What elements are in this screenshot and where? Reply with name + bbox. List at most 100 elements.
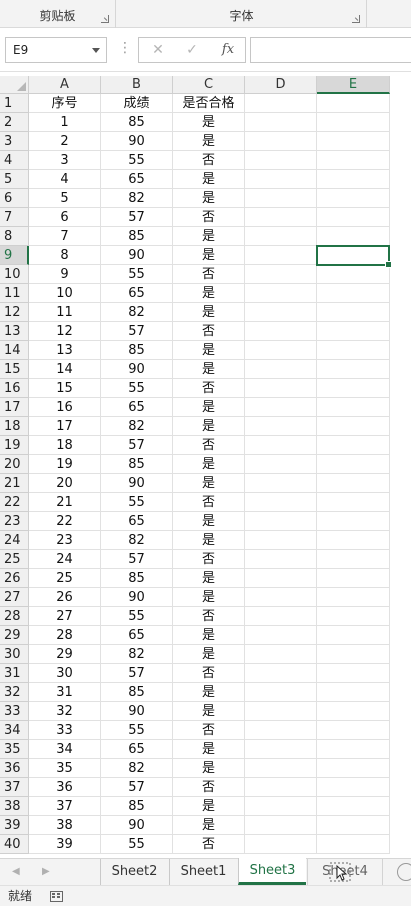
grid-cell-d[interactable] bbox=[245, 797, 317, 816]
grid-cell-e[interactable] bbox=[317, 816, 390, 835]
row-header[interactable]: 40 bbox=[0, 835, 29, 854]
grid-cell-a[interactable]: 38 bbox=[29, 816, 101, 835]
column-header-c[interactable]: C bbox=[173, 76, 245, 94]
grid-cell-d[interactable] bbox=[245, 284, 317, 303]
grid-cell-e[interactable] bbox=[317, 265, 390, 284]
grid-cell-c[interactable]: 是 bbox=[173, 246, 245, 265]
grid-cell-c[interactable]: 否 bbox=[173, 493, 245, 512]
grid-cell-d[interactable] bbox=[245, 170, 317, 189]
grid-cell-e[interactable] bbox=[317, 398, 390, 417]
grid-cell-a[interactable]: 32 bbox=[29, 702, 101, 721]
grid-cell-e[interactable] bbox=[317, 683, 390, 702]
grid-cell-b[interactable]: 65 bbox=[101, 284, 173, 303]
grid-cell-a[interactable]: 27 bbox=[29, 607, 101, 626]
grid-cell-c[interactable]: 是 bbox=[173, 360, 245, 379]
grid-cell-e[interactable] bbox=[317, 607, 390, 626]
grid-cell-c[interactable]: 是 bbox=[173, 170, 245, 189]
row-header[interactable]: 20 bbox=[0, 455, 29, 474]
grid-cell-c[interactable]: 是 bbox=[173, 740, 245, 759]
grid-cell-a[interactable]: 30 bbox=[29, 664, 101, 683]
grid-cell-e[interactable] bbox=[317, 341, 390, 360]
grid-cell-d[interactable] bbox=[245, 265, 317, 284]
grid-cell-d[interactable] bbox=[245, 721, 317, 740]
dialog-launcher-icon[interactable] bbox=[352, 15, 360, 23]
grid-cell-e[interactable] bbox=[317, 474, 390, 493]
grid-cell-c[interactable]: 是 bbox=[173, 588, 245, 607]
column-header-b[interactable]: B bbox=[101, 76, 173, 94]
grid-cell-b[interactable]: 82 bbox=[101, 645, 173, 664]
grid-cell-e[interactable] bbox=[317, 417, 390, 436]
grid-cell-e[interactable] bbox=[317, 702, 390, 721]
formula-input[interactable] bbox=[250, 37, 411, 63]
row-header[interactable]: 25 bbox=[0, 550, 29, 569]
chevron-down-icon[interactable] bbox=[92, 48, 100, 53]
grid-cell-b[interactable]: 55 bbox=[101, 265, 173, 284]
grid-cell-e[interactable] bbox=[317, 512, 390, 531]
grid-cell-d[interactable] bbox=[245, 94, 317, 113]
grid-cell-b[interactable]: 57 bbox=[101, 436, 173, 455]
grid-cell-d[interactable] bbox=[245, 626, 317, 645]
grid-cell-c[interactable]: 是 bbox=[173, 284, 245, 303]
row-header[interactable]: 12 bbox=[0, 303, 29, 322]
grid-cell-c[interactable]: 是 bbox=[173, 132, 245, 151]
grid-cell-d[interactable] bbox=[245, 778, 317, 797]
grid-cell-b[interactable]: 90 bbox=[101, 360, 173, 379]
add-sheet-icon[interactable] bbox=[397, 863, 411, 881]
grid-cell-d[interactable] bbox=[245, 702, 317, 721]
column-header-d[interactable]: D bbox=[245, 76, 317, 94]
grid-cell-c[interactable]: 否 bbox=[173, 550, 245, 569]
grid-cell-b[interactable]: 90 bbox=[101, 246, 173, 265]
grid-cell-a[interactable]: 序号 bbox=[29, 94, 101, 113]
grid-cell-a[interactable]: 22 bbox=[29, 512, 101, 531]
grid-cell-b[interactable]: 65 bbox=[101, 626, 173, 645]
grid-cell-e[interactable] bbox=[317, 531, 390, 550]
grid-cell-d[interactable] bbox=[245, 189, 317, 208]
close-icon[interactable]: ✕ bbox=[143, 38, 173, 62]
grid-cell-d[interactable] bbox=[245, 645, 317, 664]
grid-cell-d[interactable] bbox=[245, 227, 317, 246]
grid-cell-d[interactable] bbox=[245, 417, 317, 436]
grid-cell-a[interactable]: 33 bbox=[29, 721, 101, 740]
grid-cell-b[interactable]: 82 bbox=[101, 759, 173, 778]
insert-function-icon[interactable]: fx bbox=[213, 38, 243, 62]
sheet-tab-sheet2[interactable]: Sheet2 bbox=[100, 859, 168, 885]
grid-cell-d[interactable] bbox=[245, 341, 317, 360]
check-icon[interactable]: ✓ bbox=[177, 38, 207, 62]
grid-cell-d[interactable] bbox=[245, 246, 317, 265]
grid-cell-e[interactable] bbox=[317, 208, 390, 227]
grid-cell-e[interactable] bbox=[317, 170, 390, 189]
row-header[interactable]: 7 bbox=[0, 208, 29, 227]
chevron-right-icon[interactable]: ▶ bbox=[42, 866, 50, 877]
sheet-tab-sheet3[interactable]: Sheet3 bbox=[238, 858, 306, 885]
grid-cell-a[interactable]: 5 bbox=[29, 189, 101, 208]
grid-cell-d[interactable] bbox=[245, 493, 317, 512]
grid-cell-a[interactable]: 21 bbox=[29, 493, 101, 512]
active-cell-outline[interactable] bbox=[316, 245, 392, 268]
grid-cell-b[interactable]: 55 bbox=[101, 607, 173, 626]
grid-cell-c[interactable]: 是 bbox=[173, 474, 245, 493]
row-header[interactable]: 19 bbox=[0, 436, 29, 455]
grid-cell-a[interactable]: 12 bbox=[29, 322, 101, 341]
row-header[interactable]: 23 bbox=[0, 512, 29, 531]
row-header[interactable]: 6 bbox=[0, 189, 29, 208]
grid-cell-c[interactable]: 是 bbox=[173, 702, 245, 721]
row-header[interactable]: 22 bbox=[0, 493, 29, 512]
select-all-button[interactable] bbox=[0, 76, 29, 94]
grid-cell-a[interactable]: 28 bbox=[29, 626, 101, 645]
grid-cell-d[interactable] bbox=[245, 132, 317, 151]
grid-cell-c[interactable]: 是 bbox=[173, 227, 245, 246]
row-header[interactable]: 37 bbox=[0, 778, 29, 797]
grid-cell-d[interactable] bbox=[245, 113, 317, 132]
grid-cell-c[interactable]: 是 bbox=[173, 189, 245, 208]
grid-cell-b[interactable]: 55 bbox=[101, 493, 173, 512]
grid-cell-a[interactable]: 23 bbox=[29, 531, 101, 550]
dialog-launcher-icon[interactable] bbox=[101, 15, 109, 23]
grid-cell-d[interactable] bbox=[245, 322, 317, 341]
row-header[interactable]: 16 bbox=[0, 379, 29, 398]
row-header[interactable]: 14 bbox=[0, 341, 29, 360]
row-header[interactable]: 8 bbox=[0, 227, 29, 246]
grid-cell-e[interactable] bbox=[317, 645, 390, 664]
grid-cell-c[interactable]: 是 bbox=[173, 683, 245, 702]
grid-cell-b[interactable]: 85 bbox=[101, 341, 173, 360]
grid-cell-a[interactable]: 7 bbox=[29, 227, 101, 246]
